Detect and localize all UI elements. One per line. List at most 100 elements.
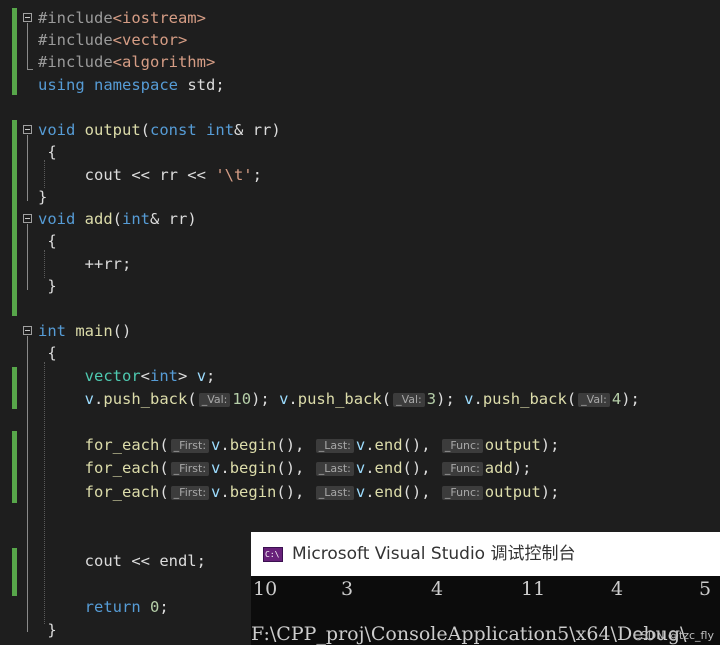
- code-line[interactable]: #include<vector>: [0, 29, 720, 51]
- code-token: ;: [252, 166, 262, 184]
- code-line[interactable]: for_each(_First: v.begin(), _Last: v.end()…: [0, 481, 720, 503]
- code-token: (: [566, 390, 577, 408]
- code-token: (),: [276, 483, 314, 501]
- code-token: push_back: [482, 390, 567, 408]
- watermark: CSDN @tzc_fly: [633, 629, 714, 642]
- code-token: .: [220, 459, 230, 477]
- code-text: #include<iostream>: [38, 7, 206, 29]
- code-token: & rr): [234, 121, 281, 139]
- code-text: v.push_back(_Val: 10); v.push_back(_Val: 3…: [38, 388, 640, 410]
- code-token: );: [436, 390, 465, 408]
- code-text: {: [38, 141, 56, 163]
- code-text: {: [38, 342, 57, 364]
- code-line[interactable]: vector<int> v;: [0, 365, 720, 387]
- output-value: 4: [431, 578, 444, 600]
- code-token: <iostream>: [112, 9, 206, 27]
- code-token: vector: [84, 367, 141, 385]
- code-token: }: [38, 621, 57, 639]
- code-token: v: [211, 483, 221, 501]
- code-token: (: [140, 121, 151, 139]
- code-text: void add(int& rr): [38, 208, 197, 230]
- code-line[interactable]: [0, 504, 720, 526]
- code-line[interactable]: #include<algorithm>: [0, 51, 720, 73]
- code-token: );: [512, 459, 532, 477]
- code-token: main: [75, 322, 113, 340]
- code-token: );: [251, 390, 280, 408]
- code-line[interactable]: void output(const int& rr): [0, 119, 720, 141]
- code-token: .: [365, 436, 375, 454]
- code-token: for_each: [84, 436, 160, 454]
- code-token: <algorithm>: [112, 53, 216, 71]
- code-line[interactable]: [0, 297, 720, 319]
- code-token: #include: [38, 53, 113, 71]
- code-text: #include<vector>: [38, 29, 187, 51]
- code-token: v: [279, 390, 289, 408]
- code-line[interactable]: void add(int& rr): [0, 208, 720, 230]
- code-token: v: [355, 459, 366, 477]
- code-token: add: [484, 459, 513, 477]
- output-value: 11: [521, 578, 546, 600]
- code-token: (),: [402, 483, 440, 501]
- inlay-parameter-hint: _Val:: [393, 393, 425, 407]
- code-token: const: [150, 121, 197, 139]
- inlay-parameter-hint: _Func:: [441, 486, 483, 500]
- code-line[interactable]: }: [0, 275, 720, 297]
- code-token: add: [84, 210, 113, 228]
- code-text: #include<algorithm>: [38, 51, 215, 73]
- code-line[interactable]: {: [0, 141, 720, 163]
- code-token: .: [288, 390, 298, 408]
- code-line[interactable]: {: [0, 342, 720, 364]
- code-line[interactable]: [0, 96, 720, 118]
- output-value: 10: [253, 578, 278, 600]
- inlay-parameter-hint: _First:: [170, 486, 210, 500]
- code-token: end: [374, 436, 403, 454]
- code-token: >: [178, 367, 197, 385]
- code-line[interactable]: for_each(_First: v.begin(), _Last: v.end()…: [0, 457, 720, 479]
- output-value: 3: [341, 578, 354, 600]
- code-token: begin: [229, 459, 277, 477]
- code-token: }: [38, 188, 48, 206]
- code-token: 3: [426, 390, 437, 408]
- code-line[interactable]: ++rr;: [0, 253, 720, 275]
- code-line[interactable]: for_each(_First: v.begin(), _Last: v.end()…: [0, 434, 720, 456]
- code-token: 0: [150, 598, 160, 616]
- code-line[interactable]: [0, 411, 720, 433]
- code-line[interactable]: }: [0, 186, 720, 208]
- code-token: {: [38, 344, 57, 362]
- code-text: void output(const int& rr): [38, 119, 281, 141]
- code-token: output: [484, 436, 541, 454]
- code-line[interactable]: #include<iostream>: [0, 7, 720, 29]
- code-line[interactable]: int main(): [0, 320, 720, 342]
- code-text: }: [38, 275, 56, 297]
- code-token: (: [112, 210, 123, 228]
- code-token: push_back: [103, 390, 188, 408]
- code-line[interactable]: using namespace std;: [0, 74, 720, 96]
- console-titlebar[interactable]: C:\ Microsoft Visual Studio 调试控制台: [251, 532, 720, 576]
- code-line[interactable]: v.push_back(_Val: 10); v.push_back(_Val: 3…: [0, 388, 720, 410]
- code-text: int main(): [38, 320, 131, 342]
- inlay-parameter-hint: _Func:: [441, 439, 483, 453]
- code-text: {: [38, 230, 57, 252]
- code-token: (: [187, 390, 197, 408]
- code-text: using namespace std;: [38, 74, 225, 96]
- code-token: & rr): [150, 210, 197, 228]
- code-token: (),: [276, 436, 314, 454]
- code-token: );: [540, 483, 560, 501]
- code-token: {: [38, 232, 57, 250]
- code-token: end: [374, 483, 403, 501]
- code-token: );: [540, 436, 560, 454]
- code-text: for_each(_First: v.begin(), _Last: v.end()…: [38, 481, 560, 503]
- console-path-line: F:\CPP_proj\ConsoleApplication5\x64\Debu…: [251, 623, 687, 645]
- code-token: #include: [38, 31, 113, 49]
- code-token: output: [484, 483, 541, 501]
- inlay-parameter-hint: _First:: [170, 439, 210, 453]
- code-line[interactable]: cout << rr << '\t';: [0, 164, 720, 186]
- code-token: <: [140, 367, 151, 385]
- code-line[interactable]: {: [0, 230, 720, 252]
- code-token: v: [196, 367, 207, 385]
